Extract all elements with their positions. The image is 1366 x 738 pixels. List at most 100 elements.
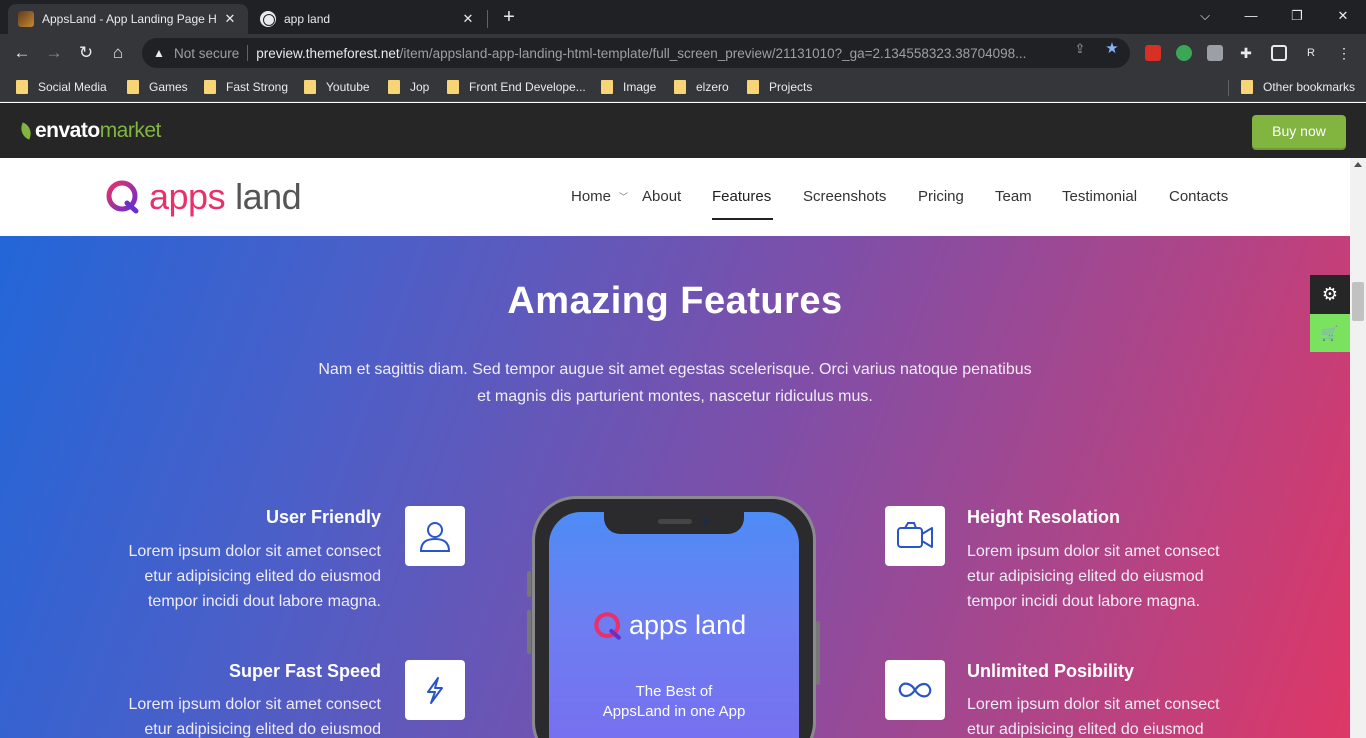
url-host: preview.themeforest.net [256,45,400,61]
feature-text-line: etur adipisicing elited do eiusmod [967,568,1204,585]
warning-icon[interactable]: ▲ [152,46,166,60]
buy-now-button[interactable]: Buy now [1252,115,1346,148]
browser-tab-app-land[interactable]: app land ✕ [250,4,486,34]
minimize-button[interactable]: — [1228,4,1274,28]
nav-pricing[interactable]: Pricing [918,188,964,205]
phone-tagline: The Best of AppsLand in one App [549,682,799,722]
feature-text-line: etur adipisicing elited do eiusmod [144,568,381,585]
side-panel-icon[interactable] [1271,45,1287,61]
share-icon[interactable]: ⇪ [1072,41,1088,57]
close-tab-icon[interactable]: ✕ [222,11,238,27]
phone-logo-text: apps land [629,610,747,640]
browser-tab-bar: AppsLand - App Landing Page H ✕ app land… [0,0,1366,34]
site-header: apps land Home ﹀ About Features Screensh… [0,158,1350,236]
folder-icon [204,80,216,94]
nav-testimonial[interactable]: Testimonial [1062,188,1137,205]
folder-icon [1241,80,1253,94]
extension-globe-icon[interactable] [1176,45,1192,61]
home-icon[interactable]: ⌂ [106,41,130,65]
back-arrow-icon[interactable]: ← [10,41,34,65]
other-bookmarks[interactable]: Other bookmarks [1241,77,1355,97]
phone-app-logo: apps land [593,610,746,641]
feature-text-line: Lorem ipsum dolor sit amet consect [128,543,381,560]
feature-text: Lorem ipsum dolor sit amet consect etur … [91,692,381,738]
phone-camera [702,518,709,525]
url-text[interactable]: preview.themeforest.net/item/appsland-ap… [256,46,1056,61]
folder-icon [127,80,139,94]
reload-icon[interactable]: ↻ [74,41,98,65]
extension-gray-icon[interactable] [1207,45,1223,61]
bookmark-jop[interactable]: Jop [388,77,429,97]
section-description: Nam et sagittis diam. Sed tempor augue s… [295,356,1055,410]
bookmark-image[interactable]: Image [601,77,656,97]
phone-volume-button [527,610,531,654]
profile-avatar[interactable]: R [1303,45,1319,61]
section-title: Amazing Features [507,280,843,322]
chevron-down-icon[interactable]: ﹀ [619,190,628,203]
feature-text-line: tempor incidi dout labore magna. [967,593,1201,610]
bookmark-fast-strong[interactable]: Fast Strong [204,77,288,97]
envato-market-bar: envato market Buy now [0,103,1366,158]
nav-features[interactable]: Features [712,188,771,205]
browser-tab-appsland[interactable]: AppsLand - App Landing Page H ✕ [8,4,248,34]
envato-logo[interactable]: envato market [17,119,162,142]
tagline-line: AppsLand in one App [602,703,746,720]
bookmarks-divider [1228,80,1229,96]
nav-about[interactable]: About [642,188,681,205]
description-line: Nam et sagittis diam. Sed tempor augue s… [318,361,1032,378]
folder-icon [388,80,400,94]
description-line: et magnis dis parturient montes, nascetu… [477,388,873,405]
menu-kebab-icon[interactable]: ⋮ [1336,45,1352,61]
logo-text-envato: envato [35,119,100,142]
extension-red-icon[interactable] [1145,45,1161,61]
phone-screen: apps land The Best of AppsLand in one Ap… [549,512,799,738]
bookmark-front-end[interactable]: Front End Develope... [447,77,586,97]
bookmark-social-media[interactable]: Social Media [16,77,107,97]
gear-icon[interactable]: ⚙ [1310,275,1350,314]
restore-button[interactable]: ❐ [1274,4,1320,28]
nav-home[interactable]: Home [571,188,611,205]
cart-icon[interactable]: 🛒 [1310,314,1350,352]
bookmark-label: Image [623,80,657,94]
themeforest-favicon-icon [18,11,34,27]
page-scrollbar[interactable] [1350,158,1366,738]
forward-arrow-icon[interactable]: → [42,41,66,65]
tab-title: app land [284,12,331,26]
tab-title: AppsLand - App Landing Page H [42,12,217,26]
folder-icon [601,80,613,94]
security-label[interactable]: Not secure [174,46,239,61]
phone-speaker [658,519,692,524]
nav-team[interactable]: Team [995,188,1032,205]
bookmark-star-icon[interactable]: ★ [1104,41,1120,57]
bookmark-elzero[interactable]: elzero [674,77,729,97]
new-tab-button[interactable]: + [498,6,520,28]
scrollbar-thumb[interactable] [1352,282,1364,321]
scroll-up-arrow-icon[interactable] [1354,162,1362,167]
feature-text: Lorem ipsum dolor sit amet consect etur … [967,692,1257,738]
address-bar[interactable]: ▲ Not secure preview.themeforest.net/ite… [142,38,1130,68]
tab-search-icon[interactable]: ⌵ [1182,4,1228,28]
nav-contacts[interactable]: Contacts [1169,188,1228,205]
nav-screenshots[interactable]: Screenshots [803,188,886,205]
bookmark-label: Fast Strong [226,80,289,94]
feature-text-line: etur adipisicing elited do eiusmod [144,721,381,738]
close-tab-icon[interactable]: ✕ [460,11,476,27]
extensions-puzzle-icon[interactable]: ✚ [1238,45,1254,61]
bookmark-games[interactable]: Games [127,77,188,97]
url-path: /item/appsland-app-landing-html-template… [399,45,1027,61]
feature-title-unlimited-posibility: Unlimited Posibility [967,661,1135,681]
folder-icon [447,80,459,94]
bookmark-label: Projects [769,80,813,94]
omnibox-divider [247,45,249,61]
bookmark-projects[interactable]: Projects [747,77,812,97]
bookmarks-bar: Social Media Games Fast Strong Youtube J… [0,72,1366,102]
logo-text-land: land [235,176,302,217]
browser-toolbar: ← → ↻ ⌂ ▲ Not secure preview.themeforest… [0,34,1366,72]
close-window-button[interactable]: ✕ [1320,4,1366,28]
apps-land-logo[interactable]: apps land [105,176,302,217]
logo-text-market: market [99,119,162,142]
bookmark-youtube[interactable]: Youtube [304,77,370,97]
folder-icon [747,80,759,94]
feature-text-line: Lorem ipsum dolor sit amet consect [967,696,1220,713]
feature-title-height-resolation: Height Resolation [967,507,1121,527]
